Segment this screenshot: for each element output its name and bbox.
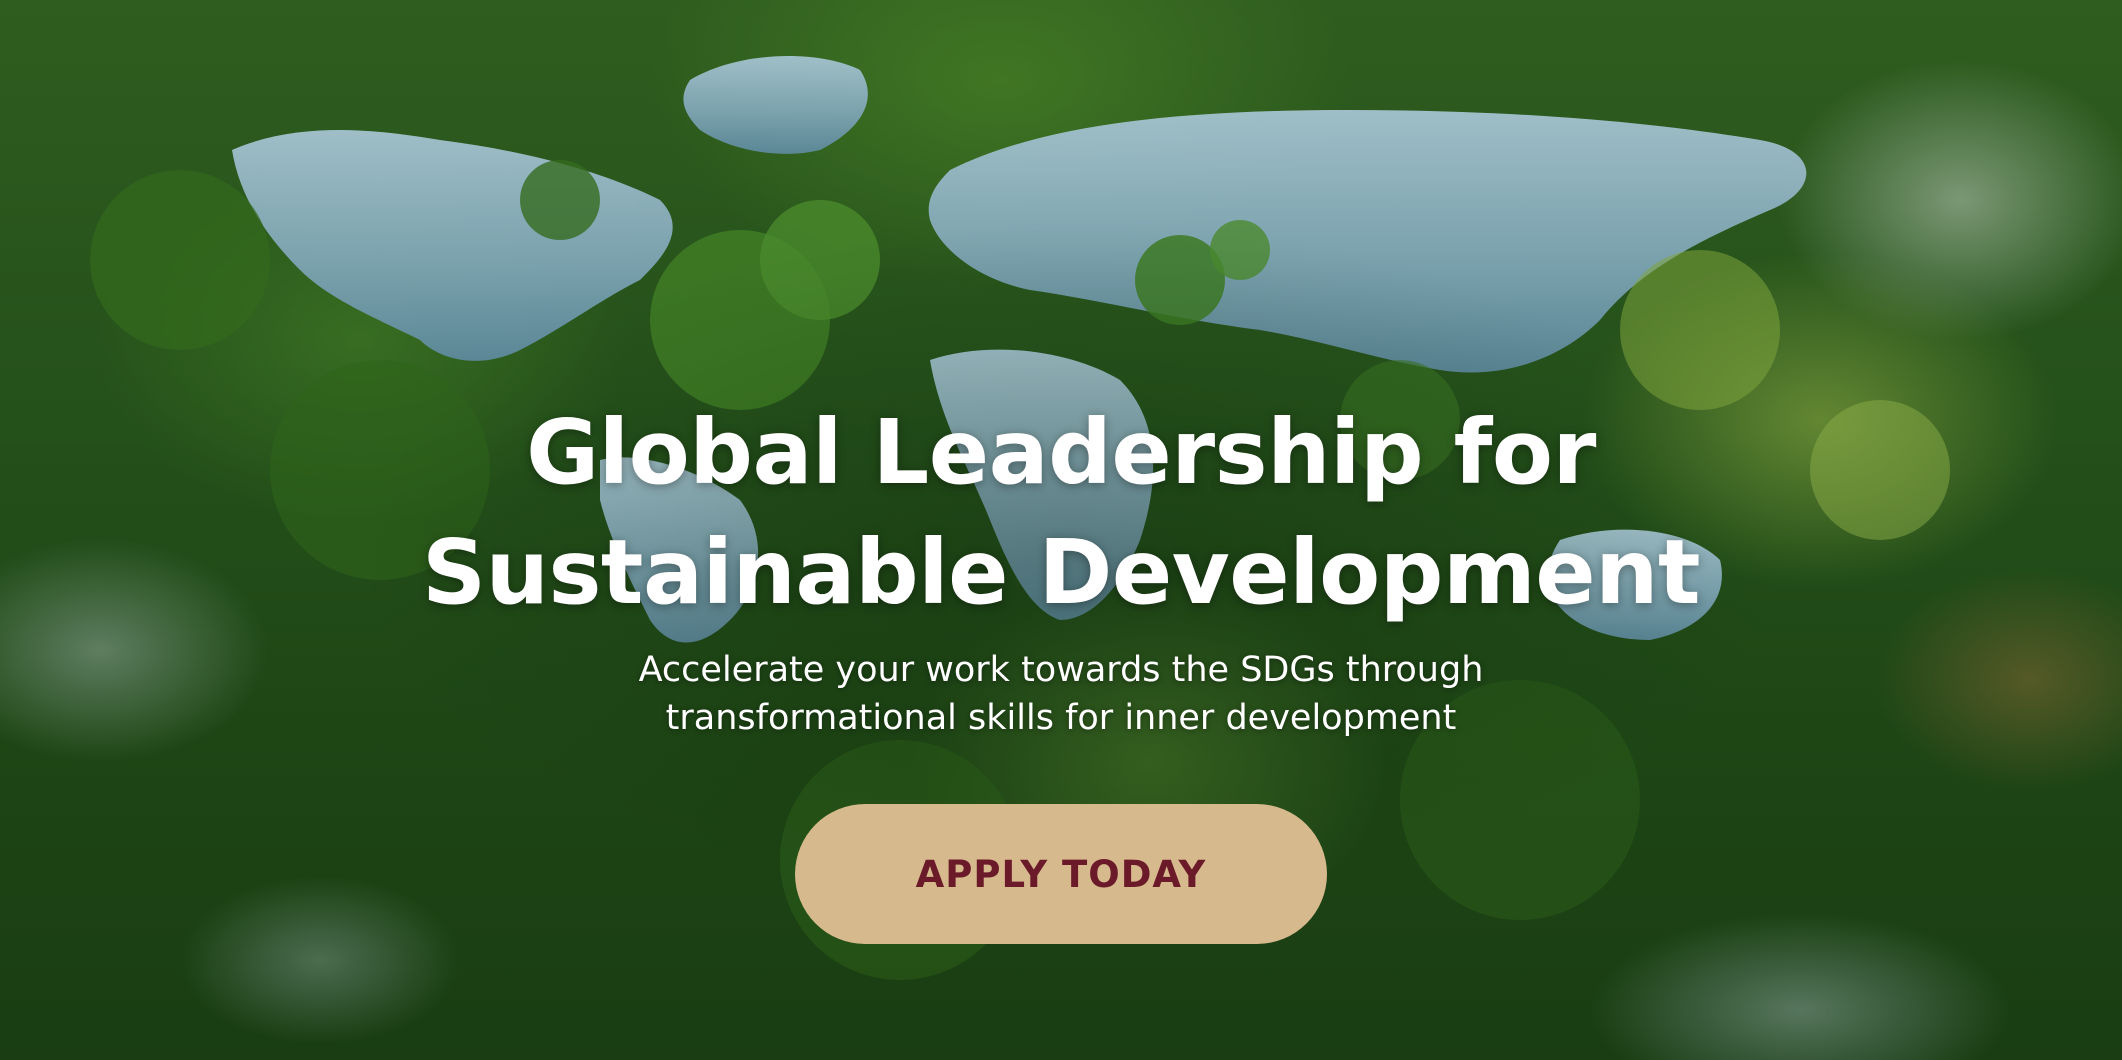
hero-section: Global Leadership for Sustainable Develo… [0,0,2122,1060]
hero-content: Global Leadership for Sustainable Develo… [0,392,2122,944]
hero-subtitle-line-1: Accelerate your work towards the SDGs th… [638,650,1484,690]
hero-subtitle-line-2: transformational skills for inner develo… [665,698,1457,738]
hero-subtitle: Accelerate your work towards the SDGs th… [639,646,1484,742]
apply-today-button[interactable]: APPLY TODAY [795,804,1327,944]
hero-title-line-2: Sustainable Development [421,520,1701,624]
hero-title-line-1: Global Leadership for [526,400,1596,504]
hero-title: Global Leadership for Sustainable Develo… [421,392,1701,632]
